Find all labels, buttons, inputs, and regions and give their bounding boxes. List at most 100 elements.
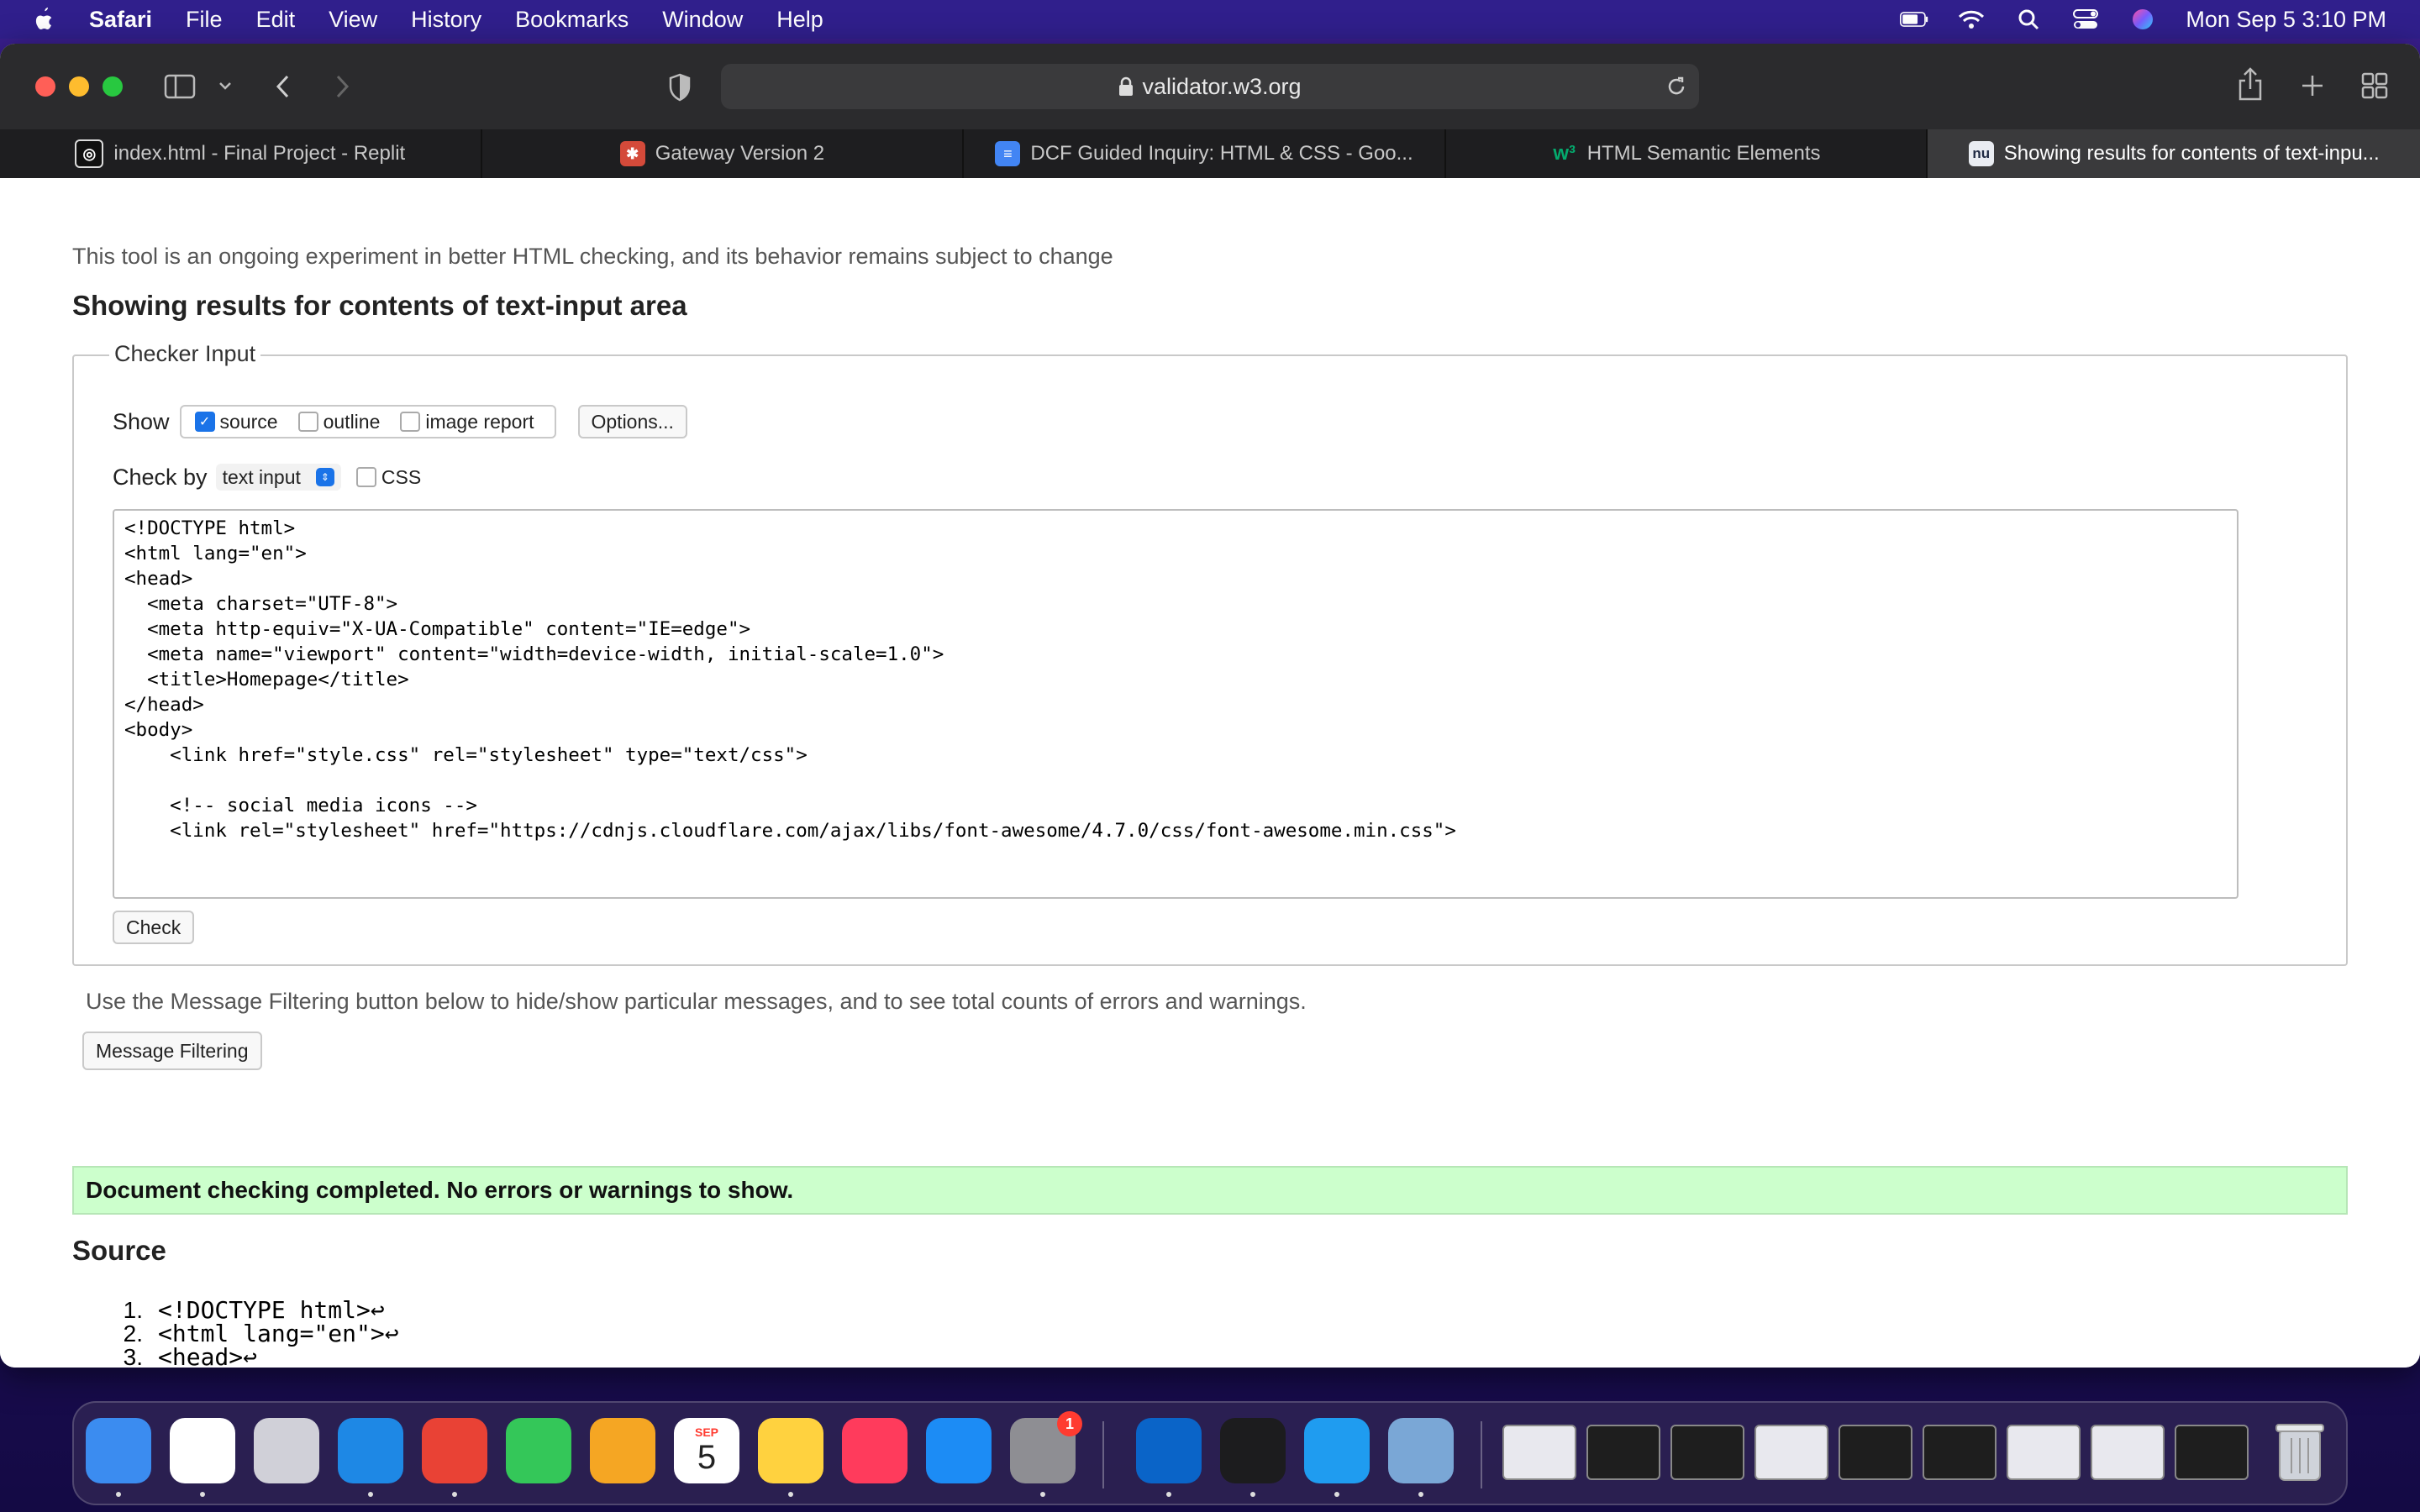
source-textarea[interactable]: <!DOCTYPE html> <html lang="en"> <head> <m… [113, 509, 2238, 899]
privacy-shield-icon[interactable] [666, 72, 694, 102]
lock-icon [1118, 76, 1134, 97]
running-indicator [116, 1492, 121, 1497]
source-line: 1. <!DOCTYPE html>↩ [96, 1299, 951, 1322]
menu-window[interactable]: Window [662, 7, 743, 33]
options-button[interactable]: Options... [577, 405, 687, 438]
show-options-group: ✓ source outline image report [179, 405, 556, 438]
tab-label: index.html - Final Project - Replit [113, 142, 406, 165]
tab-validator-active[interactable]: nu Showing results for contents of text-… [1928, 129, 2420, 178]
url-text: validator.w3.org [1142, 73, 1302, 99]
minimized-window-thumbnail[interactable] [1502, 1425, 1576, 1480]
tab-label: HTML Semantic Elements [1586, 142, 1821, 165]
source-line-text: <!DOCTYPE html>↩ [158, 1296, 385, 1324]
reload-icon[interactable] [1665, 75, 1687, 104]
close-window-button[interactable] [35, 76, 55, 97]
new-tab-icon[interactable] [2297, 71, 2328, 101]
code-line: <meta http-equiv="X-UA-Compatible" conte… [124, 618, 751, 640]
message-filtering-button[interactable]: Message Filtering [82, 1032, 262, 1070]
check-button[interactable]: Check [113, 911, 195, 944]
tab-replit[interactable]: ◎ index.html - Final Project - Replit [0, 129, 482, 178]
check-by-select[interactable]: text input ⇕ [215, 464, 341, 491]
show-label: Show [113, 408, 170, 434]
image-report-checkbox[interactable] [400, 412, 421, 432]
menu-file[interactable]: File [186, 7, 223, 33]
tab-label: Gateway Version 2 [655, 142, 825, 165]
outline-label[interactable]: outline [324, 411, 381, 433]
minimized-window-thumbnail[interactable] [2175, 1425, 2249, 1480]
terminal-icon[interactable] [1220, 1418, 1286, 1483]
share-icon[interactable] [2235, 66, 2265, 102]
calendar-icon[interactable]: SEP 5 [674, 1418, 739, 1483]
source-heading: Source [72, 1235, 166, 1266]
wifi-icon[interactable] [1957, 8, 1986, 31]
menu-bookmarks[interactable]: Bookmarks [515, 7, 629, 33]
source-line: 3. <head>↩ [96, 1346, 951, 1368]
minimized-window-thumbnail[interactable] [2091, 1425, 2165, 1480]
minimized-window-thumbnail[interactable] [1754, 1425, 1828, 1480]
minimize-window-button[interactable] [69, 76, 89, 97]
minimized-window-thumbnail[interactable] [1839, 1425, 1912, 1480]
search-icon[interactable] [2014, 8, 2043, 31]
trash-icon[interactable] [2267, 1418, 2333, 1483]
app-store-icon[interactable] [926, 1418, 992, 1483]
docs-icon: ≡ [995, 141, 1021, 166]
outline-checkbox[interactable] [297, 412, 318, 432]
chrome-icon[interactable] [422, 1418, 487, 1483]
chevron-down-icon[interactable] [217, 77, 234, 94]
source-line: 2. <html lang="en">↩ [96, 1322, 951, 1346]
tab-gateway[interactable]: ✱ Gateway Version 2 [482, 129, 965, 178]
minimized-window-thumbnail[interactable] [1586, 1425, 1660, 1480]
news-icon[interactable] [842, 1418, 908, 1483]
menu-help[interactable]: Help [776, 7, 823, 33]
minimized-window-thumbnail[interactable] [1670, 1425, 1744, 1480]
tab-w3schools[interactable]: w³ HTML Semantic Elements [1446, 129, 1928, 178]
source-line-text: <head>↩ [158, 1343, 258, 1368]
notification-badge: 1 [1057, 1411, 1082, 1436]
tab-overview-icon[interactable] [2360, 71, 2390, 101]
minimized-window-thumbnail[interactable] [2007, 1425, 2081, 1480]
vscode-icon[interactable] [1304, 1418, 1370, 1483]
menu-clock[interactable]: Mon Sep 5 3:10 PM [2186, 7, 2386, 33]
siri-icon[interactable] [2128, 8, 2157, 31]
replit-icon: ◎ [75, 139, 104, 168]
minimized-window-thumbnail[interactable] [1923, 1425, 1996, 1480]
outlook-icon[interactable] [1136, 1418, 1202, 1483]
forward-icon[interactable] [329, 72, 355, 101]
code-line: <head> [124, 568, 193, 590]
menu-app-name[interactable]: Safari [89, 7, 152, 33]
menu-edit[interactable]: Edit [256, 7, 296, 33]
nu-icon: nu [1968, 141, 1994, 166]
running-indicator [1418, 1492, 1423, 1497]
system-preferences-icon[interactable]: 1 [1010, 1411, 1082, 1483]
address-bar[interactable]: validator.w3.org [721, 64, 1699, 109]
css-checkbox[interactable] [355, 467, 376, 487]
slack-icon[interactable] [170, 1418, 235, 1483]
safari-window: validator.w3.org ◎ index.html - Final Pr… [0, 44, 2420, 1368]
back-icon[interactable] [271, 72, 296, 101]
source-label[interactable]: source [220, 411, 278, 433]
tab-bar: ◎ index.html - Final Project - Replit ✱ … [0, 129, 2420, 178]
css-label[interactable]: CSS [381, 466, 421, 489]
menu-history[interactable]: History [411, 7, 481, 33]
apple-menu-icon[interactable] [30, 6, 57, 33]
fullscreen-window-button[interactable] [103, 76, 123, 97]
notes-icon[interactable] [758, 1418, 823, 1483]
dock-separator [1481, 1421, 1482, 1488]
sidebar-toggle-icon[interactable] [163, 72, 197, 101]
finder-icon[interactable] [86, 1418, 151, 1483]
check-by-row: Check by text input ⇕ CSS [113, 464, 421, 491]
battery-icon[interactable] [1900, 8, 1928, 31]
launchpad-icon[interactable] [254, 1418, 319, 1483]
messages-icon[interactable] [506, 1418, 571, 1483]
image-report-label[interactable]: image report [425, 411, 534, 433]
control-center-icon[interactable] [2071, 8, 2100, 31]
tab-google-docs[interactable]: ≡ DCF Guided Inquiry: HTML & CSS - Goo..… [964, 129, 1446, 178]
source-line-number: 1. [123, 1297, 143, 1323]
source-checkbox[interactable]: ✓ [194, 412, 215, 432]
menu-view[interactable]: View [329, 7, 377, 33]
photos-icon[interactable] [590, 1418, 655, 1483]
preview-icon[interactable] [1388, 1418, 1454, 1483]
safari-icon[interactable] [338, 1418, 403, 1483]
running-indicator [1334, 1492, 1339, 1497]
running-indicator [1166, 1492, 1171, 1497]
